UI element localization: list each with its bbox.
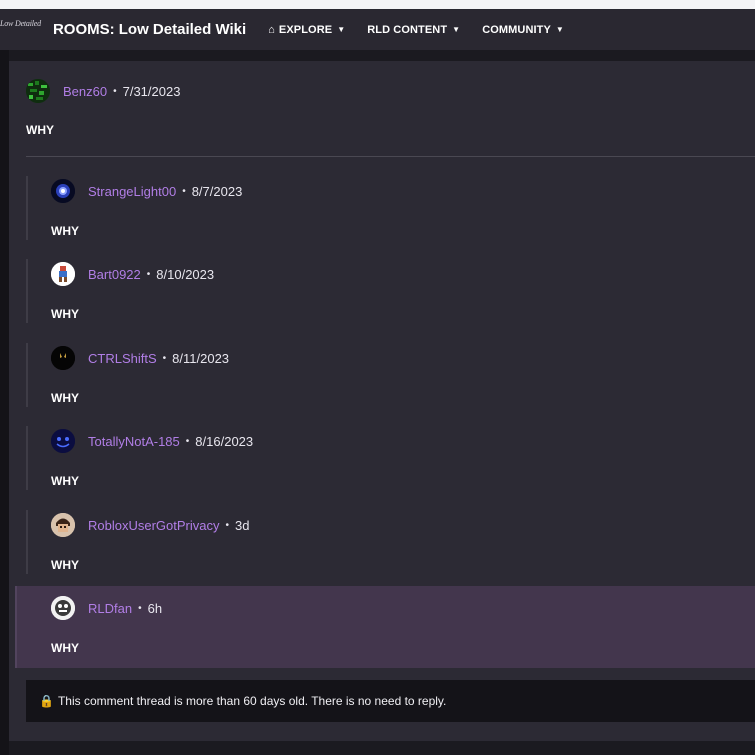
reply-header: Bart0922 • 8/10/2023 — [51, 262, 214, 286]
avatar[interactable] — [51, 346, 75, 370]
reply-header: RobloxUserGotPrivacy • 3d — [51, 513, 249, 537]
comment-date: 8/10/2023 — [156, 266, 215, 282]
separator-dot: • — [162, 352, 167, 364]
separator-dot: • — [182, 185, 186, 197]
wiki-title[interactable]: ROOMS: Low Detailed Wiki — [53, 21, 246, 38]
comment-body: WHY — [26, 123, 54, 137]
comment-date: 8/16/2023 — [195, 433, 254, 449]
chevron-down-icon: ▼ — [452, 25, 461, 34]
separator-dot: • — [225, 519, 230, 531]
comment-body: WHY — [51, 641, 79, 655]
reply-thread-line — [15, 586, 17, 668]
avatar-image — [51, 179, 75, 203]
thread-bottom-spacer — [9, 741, 755, 755]
comment-username[interactable]: StrangeLight00 — [88, 184, 176, 199]
reply-thread-line — [26, 426, 28, 490]
nav-community-label: COMMUNITY — [482, 23, 551, 36]
comment-username[interactable]: Benz60 — [63, 84, 107, 99]
separator-dot: • — [138, 602, 142, 614]
comment-body: WHY — [51, 558, 79, 572]
comment-date: 7/31/2023 — [122, 83, 181, 99]
comment-username[interactable]: RobloxUserGotPrivacy — [88, 518, 220, 533]
nav-rld-content[interactable]: RLD CONTENT ▼ — [367, 24, 460, 36]
avatar-image — [51, 429, 75, 453]
reply-thread-line — [26, 259, 28, 323]
nav-community[interactable]: COMMUNITY ▼ — [482, 24, 564, 36]
chevron-down-icon: ▼ — [555, 25, 564, 34]
avatar[interactable] — [51, 262, 75, 286]
nav-explore-label: EXPLORE — [278, 23, 333, 36]
comment-username[interactable]: TotallyNotA-185 — [88, 434, 180, 449]
comment-body: WHY — [51, 224, 79, 238]
reply-header: StrangeLight00 • 8/7/2023 — [51, 179, 242, 203]
reply-thread-line — [26, 343, 28, 407]
reply-thread-line — [26, 176, 28, 240]
notice-text: This comment thread is more than 60 days… — [57, 694, 447, 708]
comment-username[interactable]: Bart0922 — [88, 267, 141, 282]
nav-rld-content-label: RLD CONTENT — [367, 23, 448, 36]
reply-header: TotallyNotA-185 • 8/16/2023 — [51, 429, 253, 453]
avatar-image — [26, 79, 50, 103]
thread-locked-notice: 🔒 This comment thread is more than 60 da… — [26, 680, 755, 722]
browser-top-strip — [0, 0, 755, 9]
reply-header: CTRLShiftS • 8/11/2023 — [51, 346, 229, 370]
separator-dot: • — [146, 268, 151, 280]
comment-body: WHY — [51, 474, 79, 488]
page-gutter — [0, 50, 9, 755]
comment-body: WHY — [51, 307, 79, 321]
avatar[interactable] — [51, 513, 75, 537]
thread-divider — [26, 156, 755, 157]
comment-body: WHY — [51, 391, 79, 405]
avatar[interactable] — [26, 79, 50, 103]
comment-date: 8/7/2023 — [191, 183, 243, 199]
nav-explore[interactable]: ⌂ EXPLORE ▼ — [268, 24, 345, 36]
avatar-image — [51, 262, 75, 286]
separator-dot: • — [185, 435, 190, 447]
comment-date: 8/11/2023 — [172, 350, 230, 366]
avatar-image — [51, 346, 75, 370]
comment-date: 6h — [147, 600, 163, 616]
avatar[interactable] — [51, 179, 75, 203]
comment-username[interactable]: RLDfan — [88, 601, 132, 616]
root-comment-header: Benz60 • 7/31/2023 — [26, 79, 180, 103]
comment-date: 3d — [235, 517, 250, 533]
reply-thread-line — [26, 510, 28, 574]
wiki-logo[interactable]: Low Detailed — [0, 19, 41, 28]
explore-icon: ⌂ — [268, 23, 275, 36]
avatar-image — [51, 596, 75, 620]
avatar[interactable] — [51, 596, 75, 620]
comment-username[interactable]: CTRLShiftS — [88, 351, 157, 366]
reply-header: RLDfan • 6h — [51, 596, 162, 620]
avatar-image — [51, 513, 75, 537]
lock-icon: 🔒 — [39, 694, 54, 708]
wiki-navbar: Low Detailed ROOMS: Low Detailed Wiki ⌂ … — [0, 9, 755, 50]
avatar[interactable] — [51, 429, 75, 453]
chevron-down-icon: ▼ — [337, 25, 346, 34]
separator-dot: • — [113, 85, 117, 97]
